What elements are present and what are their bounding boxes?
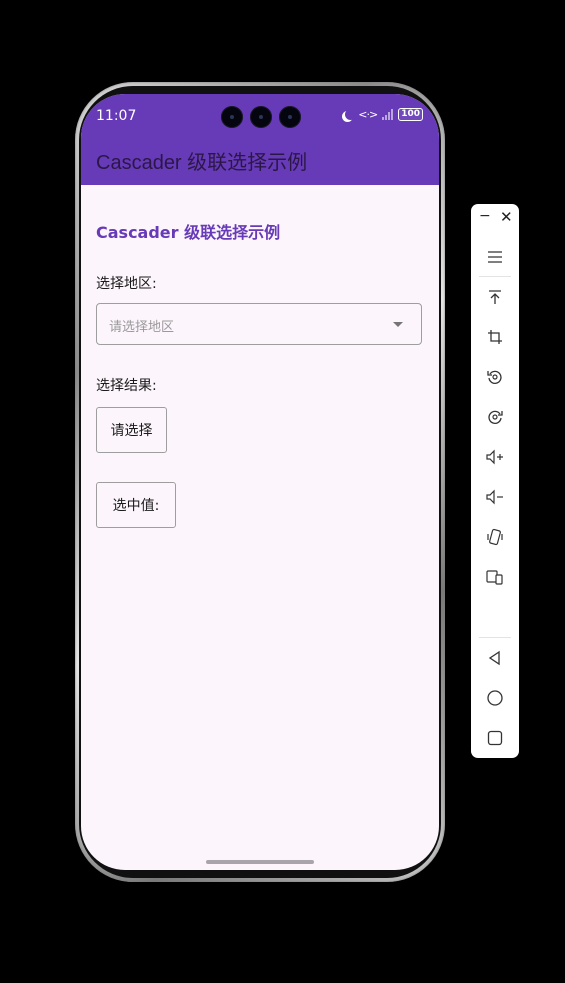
toolbar-divider xyxy=(479,276,511,277)
app-bar: Cascader 级联选择示例 xyxy=(81,138,439,185)
rotate-left-icon[interactable] xyxy=(471,365,519,389)
home-indicator[interactable] xyxy=(206,860,314,864)
status-bar: 11:07 <·> 100 xyxy=(81,94,439,138)
region-cascader[interactable]: 请选择地区 xyxy=(96,303,422,345)
signal-icon xyxy=(382,109,394,120)
region-label: 选择地区: xyxy=(96,276,157,292)
result-label: 选择结果: xyxy=(96,378,157,394)
page-heading: Cascader 级联选择示例 xyxy=(96,223,281,242)
dropdown-arrow-icon xyxy=(393,322,403,327)
camera-lens-icon xyxy=(279,106,301,128)
status-icons: <·> 100 xyxy=(342,108,423,121)
home-icon[interactable] xyxy=(471,686,519,710)
recents-icon[interactable] xyxy=(471,726,519,750)
back-icon[interactable] xyxy=(471,646,519,670)
emulator-toolbar: − ✕ xyxy=(471,204,519,758)
shake-icon[interactable] xyxy=(471,525,519,549)
selected-value-button[interactable]: 选中值: xyxy=(96,482,176,528)
volume-up-icon[interactable] xyxy=(471,445,519,469)
phone-screen: 11:07 <·> 100 Cascader 级联选择示例 Cascader 级… xyxy=(81,94,439,870)
page-content: Cascader 级联选择示例 选择地区: 请选择地区 选择结果: 请选择 选中… xyxy=(81,185,439,870)
pin-top-icon[interactable] xyxy=(471,285,519,309)
camera-sensor-icon xyxy=(250,106,272,128)
status-time: 11:07 xyxy=(96,108,137,124)
volume-down-icon[interactable] xyxy=(471,485,519,509)
select-button[interactable]: 请选择 xyxy=(96,407,167,453)
crop-icon[interactable] xyxy=(471,325,519,349)
app-bar-title: Cascader 级联选择示例 xyxy=(96,152,308,174)
cascader-placeholder: 请选择地区 xyxy=(109,320,175,335)
multi-device-icon[interactable] xyxy=(471,565,519,589)
rotate-right-icon[interactable] xyxy=(471,405,519,429)
emulator-stage: 11:07 <·> 100 Cascader 级联选择示例 Cascader 级… xyxy=(0,0,565,983)
minimize-button[interactable]: − xyxy=(479,208,491,224)
close-button[interactable]: ✕ xyxy=(500,208,513,226)
moon-icon xyxy=(345,109,356,120)
data-transfer-icon: <·> xyxy=(358,108,378,121)
toolbar-divider xyxy=(479,637,511,638)
camera-lens-icon xyxy=(221,106,243,128)
battery-icon: 100 xyxy=(398,108,423,121)
menu-icon[interactable] xyxy=(471,245,519,269)
toolbar-window-controls: − ✕ xyxy=(471,204,519,234)
